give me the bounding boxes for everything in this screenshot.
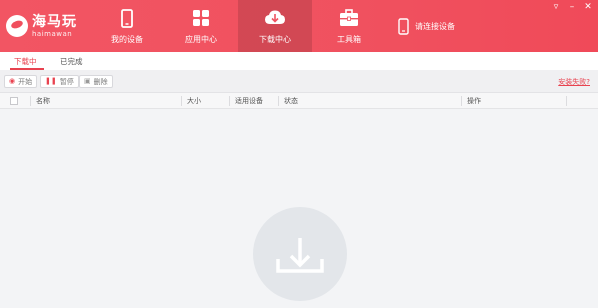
column-header-name[interactable]: 名称 bbox=[32, 93, 50, 109]
pause-icon: ❚❚ bbox=[45, 77, 57, 85]
tab-completed[interactable]: 已完成 bbox=[60, 56, 83, 67]
download-table-header: 名称 大小 适用设备 状态 操作 bbox=[0, 93, 598, 109]
start-button-label: 开始 bbox=[18, 77, 33, 86]
connect-device-label: 请连接设备 bbox=[415, 21, 455, 31]
nav-app-center-label: 应用中心 bbox=[185, 35, 217, 44]
play-circle-icon: ◉ bbox=[9, 77, 16, 85]
nav-download-center-label: 下载中心 bbox=[259, 35, 291, 44]
nav-my-device-label: 我的设备 bbox=[111, 35, 143, 44]
column-header-action[interactable]: 操作 bbox=[463, 93, 481, 109]
column-header-device[interactable]: 适用设备 bbox=[231, 93, 263, 109]
nav-app-center[interactable]: 应用中心 bbox=[164, 0, 238, 52]
phone-outline-icon bbox=[398, 17, 409, 35]
nav-download-center[interactable]: 下载中心 bbox=[238, 0, 312, 52]
toolbar: ◉ 开始 ❚❚ 暂停 ▣ 删除 安装失败? bbox=[0, 70, 598, 93]
menu-dropdown-icon[interactable]: ▿ bbox=[550, 2, 562, 12]
column-header-size[interactable]: 大小 bbox=[183, 93, 201, 109]
toolbox-icon bbox=[340, 9, 358, 26]
tab-downloading[interactable]: 下载中 bbox=[14, 56, 37, 67]
install-failed-link[interactable]: 安装失败? bbox=[558, 77, 590, 87]
nav-my-device[interactable]: 我的设备 bbox=[90, 0, 164, 52]
logo-subtitle: haimawan bbox=[32, 29, 73, 38]
download-icon bbox=[276, 238, 324, 273]
logo-title: 海马玩 bbox=[32, 13, 77, 30]
select-all-checkbox[interactable] bbox=[10, 97, 18, 105]
minimize-icon[interactable]: – bbox=[566, 2, 578, 12]
trash-icon: ▣ bbox=[84, 77, 91, 85]
start-button[interactable]: ◉ 开始 bbox=[4, 75, 38, 88]
phone-icon bbox=[121, 9, 133, 28]
app-logo: 海马玩 haimawan bbox=[6, 8, 80, 44]
top-header: 海马玩 haimawan 我的设备 应用中心 下载中心 工具箱 请连接设备 ▿ … bbox=[0, 0, 598, 52]
logo-mark-icon bbox=[6, 15, 28, 37]
cloud-download-icon bbox=[265, 10, 285, 24]
delete-button[interactable]: ▣ 删除 bbox=[79, 75, 113, 88]
pause-button[interactable]: ❚❚ 暂停 bbox=[40, 75, 79, 88]
grid-icon bbox=[193, 10, 209, 26]
connect-device-button[interactable]: 请连接设备 bbox=[398, 16, 455, 36]
nav-toolbox[interactable]: 工具箱 bbox=[312, 0, 386, 52]
empty-state-illustration bbox=[253, 207, 347, 301]
nav-toolbox-label: 工具箱 bbox=[337, 35, 361, 44]
column-header-status[interactable]: 状态 bbox=[280, 93, 298, 109]
download-tabs: 下载中 已完成 bbox=[0, 52, 598, 70]
close-icon[interactable]: ✕ bbox=[582, 2, 594, 12]
delete-button-label: 删除 bbox=[93, 77, 108, 86]
pause-button-label: 暂停 bbox=[59, 77, 74, 86]
